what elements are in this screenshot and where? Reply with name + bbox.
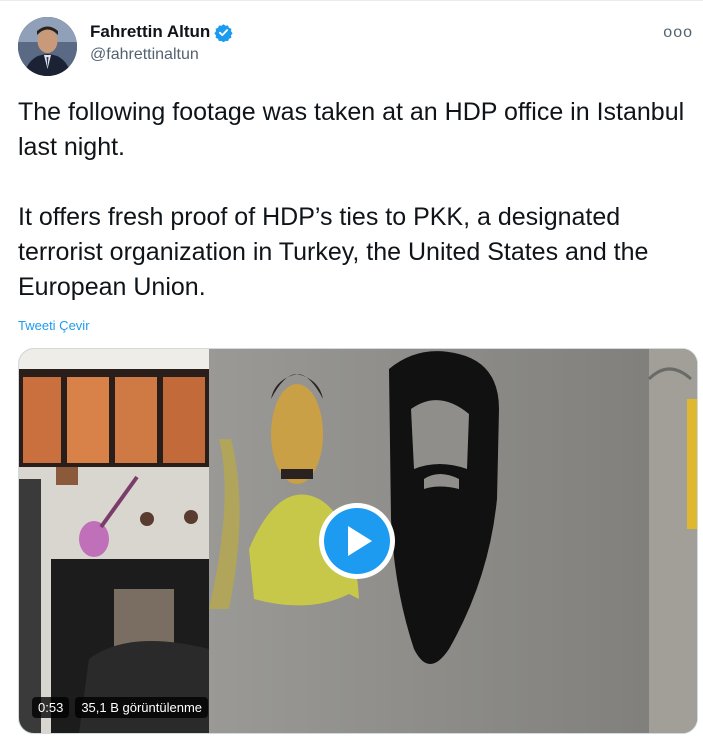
video-view-count: 35,1 B görüntülenme (75, 697, 209, 718)
avatar[interactable] (18, 17, 77, 76)
handle[interactable]: @fahrettinaltun (90, 46, 233, 64)
play-icon (324, 508, 390, 574)
display-name[interactable]: Fahrettin Altun (90, 22, 210, 42)
more-options-icon[interactable]: ooo (663, 24, 693, 42)
video-player[interactable]: 0:53 35,1 B görüntülenme (18, 348, 698, 734)
video-meta: 0:53 35,1 B görüntülenme (32, 697, 209, 718)
play-triangle (348, 526, 372, 556)
translate-link[interactable]: Tweeti Çevir (18, 318, 90, 333)
author-block: Fahrettin Altun @fahrettinaltun (90, 22, 233, 64)
tweet-text: The following footage was taken at an HD… (18, 98, 685, 301)
play-button[interactable] (319, 503, 395, 579)
verified-badge-icon (214, 23, 233, 42)
name-row: Fahrettin Altun (90, 22, 233, 42)
video-duration: 0:53 (32, 697, 70, 718)
tweet-card: Fahrettin Altun @fahrettinaltun ooo The … (0, 0, 703, 738)
